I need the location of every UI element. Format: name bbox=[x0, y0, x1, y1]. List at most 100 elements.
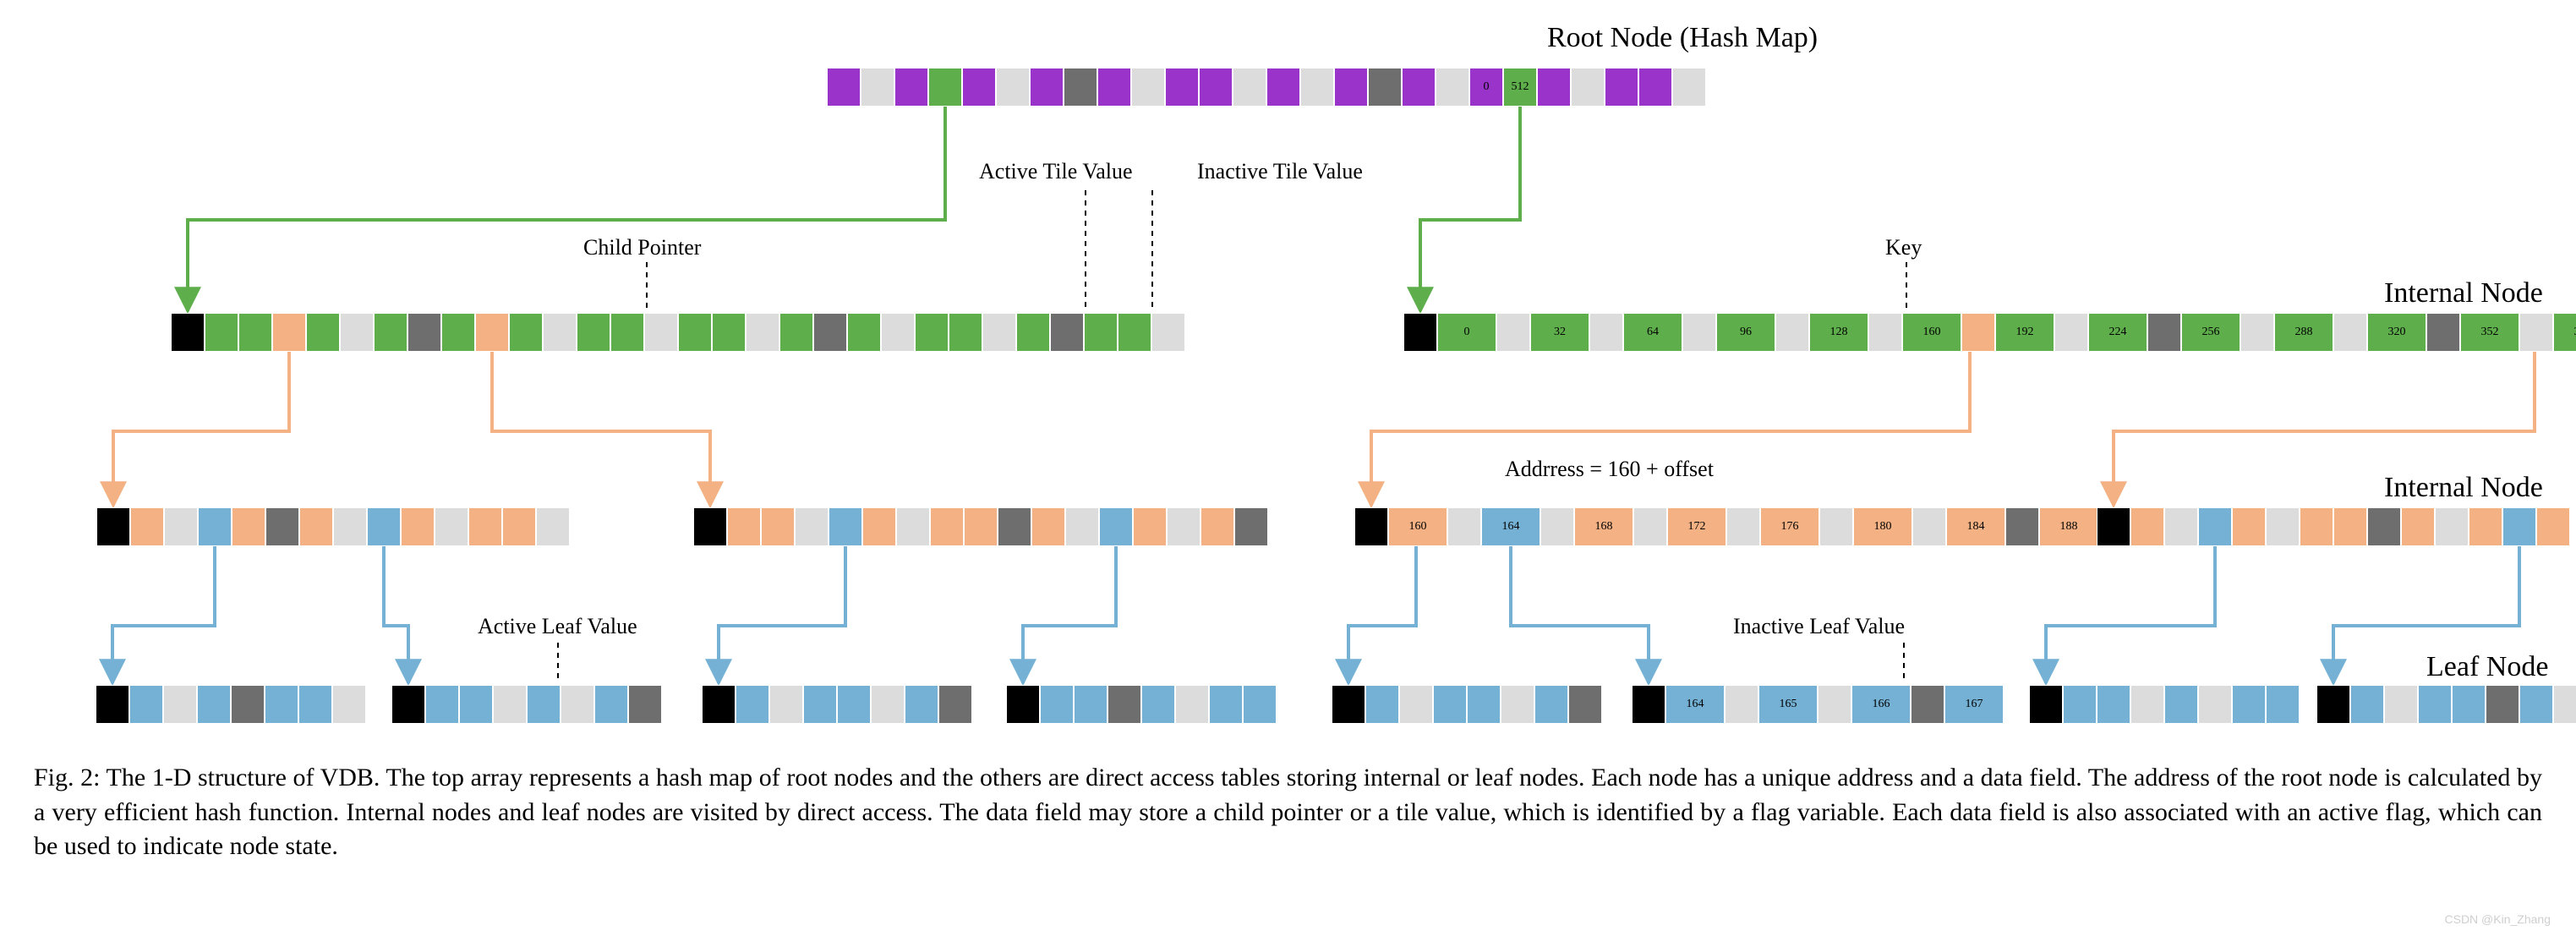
cell bbox=[795, 507, 829, 546]
cell bbox=[1243, 685, 1277, 724]
cell bbox=[813, 313, 847, 352]
cell bbox=[231, 685, 265, 724]
cell bbox=[265, 685, 298, 724]
label-leaf: Leaf Node bbox=[2426, 651, 2548, 683]
root-bar: 0512 bbox=[827, 68, 1706, 107]
cell: 167 bbox=[1944, 685, 2004, 724]
cell bbox=[1006, 685, 1040, 724]
cell bbox=[1568, 685, 1602, 724]
ann-active-tile: Active Tile Value bbox=[979, 159, 1133, 184]
internal1-right: 0326496128160192224256288320352384416448… bbox=[1403, 313, 2576, 352]
cell bbox=[1233, 68, 1266, 107]
cell bbox=[2469, 507, 2502, 546]
cell bbox=[1467, 685, 1501, 724]
cell bbox=[401, 507, 435, 546]
cell bbox=[2536, 507, 2570, 546]
cell bbox=[299, 507, 333, 546]
cell bbox=[702, 685, 736, 724]
cell bbox=[712, 313, 746, 352]
cell bbox=[1540, 507, 1574, 546]
cell bbox=[543, 313, 577, 352]
cell bbox=[938, 685, 972, 724]
cell bbox=[1165, 68, 1199, 107]
cell bbox=[628, 685, 662, 724]
cell bbox=[493, 685, 527, 724]
cell bbox=[2029, 685, 2063, 724]
cell bbox=[129, 685, 163, 724]
cell bbox=[1961, 313, 1995, 352]
cell: 32 bbox=[1530, 313, 1589, 352]
internal1-left bbox=[171, 313, 1185, 352]
cell bbox=[2164, 507, 2198, 546]
cell bbox=[964, 507, 998, 546]
leaf-bar-3 bbox=[702, 685, 972, 724]
watermark: CSDN @Kin_Zhang bbox=[2445, 912, 2551, 926]
cell bbox=[2452, 685, 2486, 724]
cell bbox=[1040, 685, 1074, 724]
cell bbox=[827, 68, 861, 107]
ann-active-leaf: Active Leaf Value bbox=[478, 614, 637, 639]
cell bbox=[1234, 507, 1268, 546]
cell bbox=[1501, 685, 1534, 724]
cell bbox=[962, 68, 996, 107]
cell bbox=[435, 507, 468, 546]
ann-inactive-tile: Inactive Tile Value bbox=[1197, 159, 1363, 184]
cell bbox=[2502, 507, 2536, 546]
cell bbox=[1065, 507, 1099, 546]
cell bbox=[2519, 313, 2553, 352]
cell bbox=[996, 68, 1030, 107]
internal2-b bbox=[693, 507, 1268, 546]
ann-inactive-leaf: Inactive Leaf Value bbox=[1733, 614, 1905, 639]
cell bbox=[130, 507, 164, 546]
cell bbox=[333, 507, 367, 546]
cell bbox=[1199, 68, 1233, 107]
cell bbox=[693, 507, 727, 546]
cell bbox=[2401, 507, 2435, 546]
cell bbox=[1030, 68, 1064, 107]
cell bbox=[272, 313, 306, 352]
cell bbox=[2418, 685, 2452, 724]
cell bbox=[2130, 685, 2164, 724]
cell bbox=[1084, 313, 1118, 352]
cell bbox=[1399, 685, 1433, 724]
cell bbox=[1403, 313, 1437, 352]
cell bbox=[391, 685, 425, 724]
cell bbox=[2384, 685, 2418, 724]
cell bbox=[374, 313, 407, 352]
cell bbox=[2198, 685, 2232, 724]
cell bbox=[727, 507, 761, 546]
ann-address-eq: Addrress = 160 + offset bbox=[1505, 457, 1714, 482]
ann-child-pointer: Child Pointer bbox=[583, 235, 701, 260]
cell bbox=[1911, 685, 1944, 724]
cell bbox=[2097, 507, 2130, 546]
cell bbox=[1354, 507, 1388, 546]
leaf-bar-1 bbox=[96, 685, 366, 724]
cell bbox=[1209, 685, 1243, 724]
cell bbox=[1365, 685, 1399, 724]
cell bbox=[509, 313, 543, 352]
cell bbox=[367, 507, 401, 546]
cell bbox=[949, 313, 982, 352]
cell bbox=[2300, 507, 2333, 546]
cell bbox=[561, 685, 594, 724]
cell bbox=[769, 685, 803, 724]
cell bbox=[1074, 685, 1108, 724]
cell bbox=[1912, 507, 1946, 546]
cell bbox=[298, 685, 332, 724]
cell bbox=[1868, 313, 1902, 352]
cell: 192 bbox=[1995, 313, 2054, 352]
cell bbox=[930, 507, 964, 546]
cell bbox=[1131, 68, 1165, 107]
ann-key: Key bbox=[1885, 235, 1922, 260]
cell bbox=[1064, 68, 1097, 107]
cell bbox=[1200, 507, 1234, 546]
cell bbox=[1447, 507, 1481, 546]
cell: 64 bbox=[1623, 313, 1682, 352]
cell bbox=[779, 313, 813, 352]
cell bbox=[1672, 68, 1706, 107]
leaf-bar-7 bbox=[2316, 685, 2576, 724]
cell bbox=[2054, 313, 2088, 352]
cell: 384 bbox=[2553, 313, 2576, 352]
cell bbox=[871, 685, 905, 724]
cell bbox=[2097, 685, 2130, 724]
